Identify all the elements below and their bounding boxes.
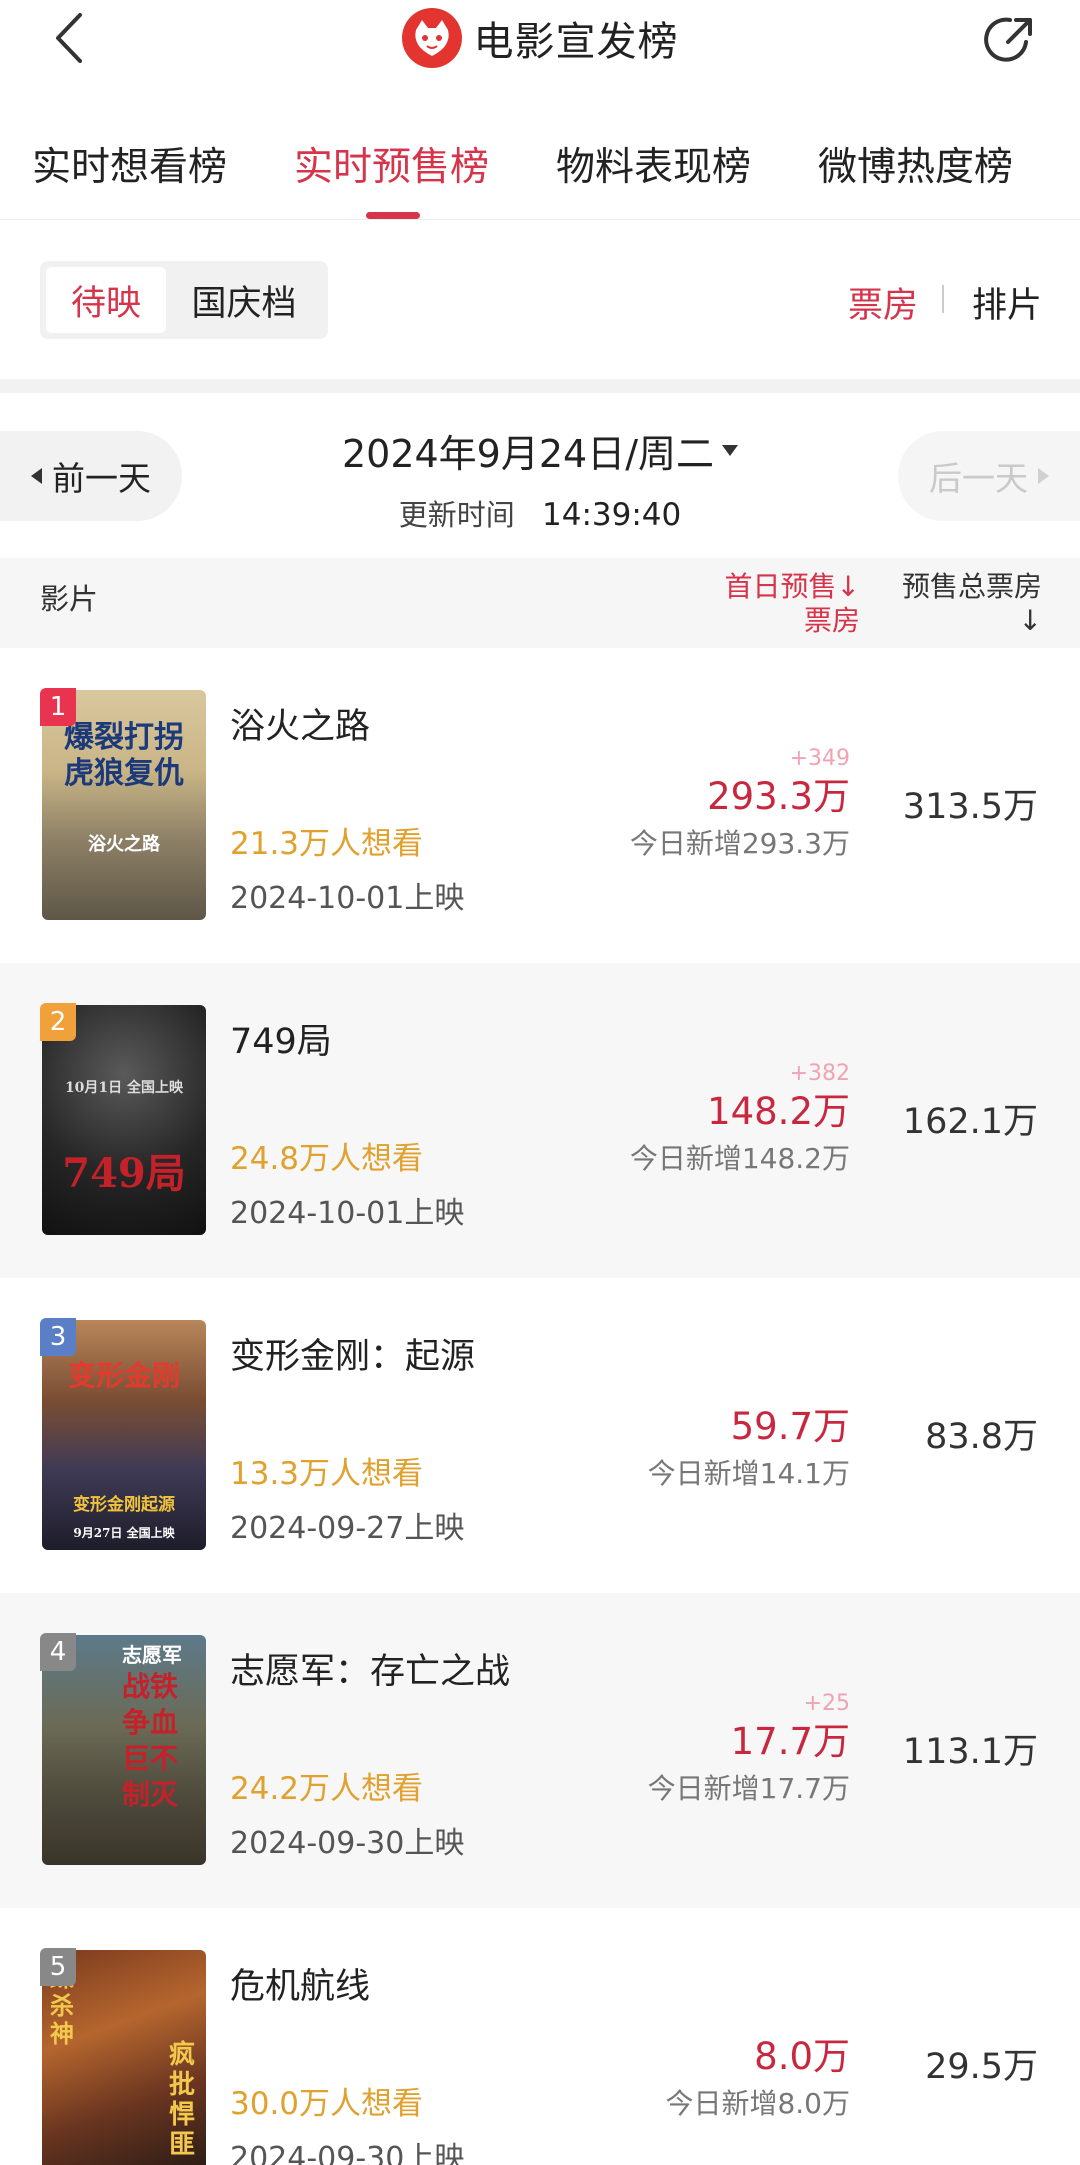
top-bar: 电影宣发榜	[0, 0, 1080, 78]
prev-day-label: 前一天	[52, 459, 151, 498]
movie-title[interactable]: 749局	[230, 1013, 332, 1064]
next-day-label: 后一天	[929, 459, 1028, 498]
want-count: 24.8万人想看	[230, 1141, 424, 1177]
rank-badge: 4	[40, 1633, 76, 1671]
table-row[interactable]: 1 爆裂打拐 虎狼复仇 浴火之路 浴火之路 21.3万人想看 2024-10-0…	[0, 648, 1080, 963]
column-total-presale[interactable]: 预售总票房↓	[880, 570, 1042, 638]
want-count: 21.3万人想看	[230, 826, 424, 862]
sort-boxoffice-toggle[interactable]: 票房	[848, 277, 918, 328]
segment-upcoming[interactable]: 待映	[46, 267, 166, 333]
rank-badge: 3	[40, 1318, 76, 1356]
total-presale: 113.1万	[902, 1732, 1038, 1772]
rank-badge: 2	[40, 1003, 76, 1041]
share-button[interactable]	[978, 8, 1042, 72]
segment-national-day[interactable]: 国庆档	[166, 267, 322, 333]
filter-row: 待映 国庆档 票房 排片	[0, 221, 1080, 379]
today-new: 今日新增8.0万	[665, 2087, 850, 2120]
first-day-presale: 148.2万	[707, 1090, 850, 1133]
first-day-presale: 8.0万	[754, 2035, 850, 2078]
rank-badge: 5	[40, 1948, 76, 1986]
release-date: 2024-09-30上映	[230, 2141, 465, 2165]
tab-presale[interactable]: 实时预售榜	[294, 136, 489, 192]
tab-weibo-heat[interactable]: 微博热度榜	[818, 136, 1013, 192]
tab-want-to-see[interactable]: 实时想看榜	[32, 136, 227, 192]
first-day-presale: 59.7万	[730, 1405, 850, 1448]
total-presale: 313.5万	[902, 787, 1038, 827]
column-first-day-presale[interactable]: 首日预售↓ 票房	[720, 570, 860, 638]
movie-title[interactable]: 危机航线	[230, 1958, 370, 2009]
caret-right-icon	[1038, 468, 1049, 484]
total-presale: 162.1万	[902, 1102, 1038, 1142]
section-divider	[0, 379, 1080, 393]
table-header: 影片 首日预售↓ 票房 预售总票房↓	[0, 558, 1080, 648]
today-new: 今日新增17.7万	[647, 1772, 850, 1805]
tab-bar: 实时想看榜 实时预售榜 物料表现榜 微博热度榜	[0, 110, 1080, 220]
prev-day-button[interactable]: 前一天	[0, 431, 182, 521]
total-presale: 83.8万	[925, 1417, 1038, 1457]
column-first-day-line2: 票房	[803, 604, 860, 637]
release-date: 2024-10-01上映	[230, 1196, 465, 1231]
sort-schedule-toggle[interactable]: 排片	[972, 277, 1042, 328]
today-new: 今日新增148.2万	[629, 1142, 850, 1175]
first-day-presale: 17.7万	[730, 1720, 850, 1763]
page-title: 电影宣发榜	[473, 19, 679, 65]
update-time: 14:39:40	[542, 497, 682, 533]
today-new: 今日新增293.3万	[629, 827, 850, 860]
cat-logo-icon	[401, 8, 462, 68]
movie-title[interactable]: 变形金刚：起源	[230, 1328, 475, 1379]
want-count: 24.2万人想看	[230, 1771, 424, 1807]
caret-left-icon	[31, 468, 42, 484]
caret-down-icon	[722, 445, 739, 456]
first-day-presale: 293.3万	[707, 775, 850, 818]
active-tab-indicator	[366, 212, 420, 219]
release-segment: 待映 国庆档	[40, 261, 328, 339]
update-label: 更新时间	[398, 498, 515, 532]
release-date: 2024-09-27上映	[230, 1511, 465, 1546]
total-presale: 29.5万	[925, 2047, 1038, 2087]
today-new: 今日新增14.1万	[647, 1457, 850, 1490]
table-row[interactable]: 3 变形金刚 变形金刚起源 9月27日 全国上映 变形金刚：起源 13.3万人想…	[0, 1278, 1080, 1593]
want-count: 30.0万人想看	[230, 2086, 424, 2122]
share-icon	[984, 17, 1032, 62]
rank-badge: 1	[40, 688, 76, 726]
movie-title[interactable]: 志愿军：存亡之战	[230, 1643, 510, 1694]
date-navigation: 前一天 2024年9月24日/周二 更新时间 14:39:40 后一天	[0, 393, 1080, 558]
table-row[interactable]: 5 躁杀神 疯批悍匪 危机航线 30.0万人想看 2024-09-30上映 8.…	[0, 1908, 1080, 2165]
app-title: 电影宣发榜	[0, 8, 1080, 68]
release-date: 2024-09-30上映	[230, 1826, 465, 1861]
divider	[942, 285, 944, 313]
table-row[interactable]: 2 10月1日 全国上映 749局 749局 24.8万人想看 2024-10-…	[0, 963, 1080, 1278]
want-count: 13.3万人想看	[230, 1456, 424, 1492]
column-first-day-line1: 首日预售↓	[724, 570, 860, 603]
table-row[interactable]: 4 志愿军 战铁争血巨不制灭 志愿军：存亡之战 24.2万人想看 2024-09…	[0, 1593, 1080, 1908]
next-day-button[interactable]: 后一天	[898, 431, 1080, 521]
column-film: 影片	[40, 582, 99, 616]
movie-title[interactable]: 浴火之路	[230, 698, 370, 749]
date-selector[interactable]: 2024年9月24日/周二 更新时间 14:39:40	[320, 423, 760, 534]
tab-material[interactable]: 物料表现榜	[556, 136, 751, 192]
release-date: 2024-10-01上映	[230, 881, 465, 916]
current-date: 2024年9月24日/周二	[341, 432, 715, 476]
